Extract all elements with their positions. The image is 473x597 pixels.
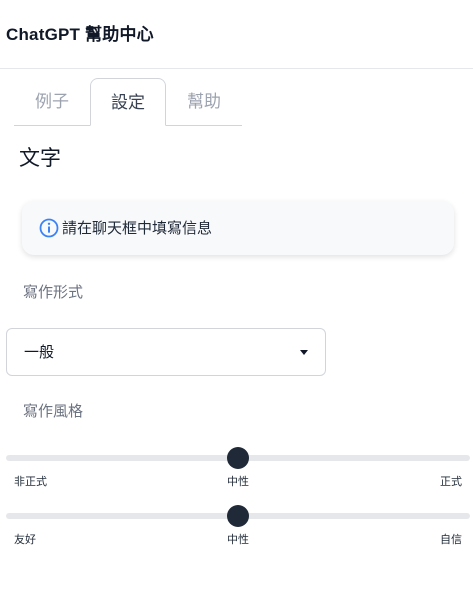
app-title: ChatGPT 幫助中心 <box>6 25 154 44</box>
writing-form-label: 寫作形式 <box>23 283 84 301</box>
formality-slider: 非正式 中性 正式 <box>6 446 470 488</box>
info-icon <box>39 218 59 238</box>
formality-mid-label: 中性 <box>227 475 249 488</box>
info-box: 請在聊天框中填寫信息 <box>22 201 454 255</box>
section-title: 文字 <box>19 146 61 170</box>
app-window: ChatGPT 幫助中心 例子 設定 幫助 文字 請在聊天框中填寫信息 寫作形式… <box>0 0 473 597</box>
tone-max-label: 自信 <box>440 533 462 546</box>
formality-max-label: 正式 <box>440 475 462 488</box>
info-message: 請在聊天框中填寫信息 <box>62 219 213 237</box>
tab-bar: 例子 設定 幫助 <box>14 78 242 126</box>
tone-slider-thumb[interactable] <box>227 505 249 527</box>
tone-min-label: 友好 <box>14 533 36 546</box>
writing-style-label: 寫作風格 <box>23 402 84 420</box>
tone-mid-label: 中性 <box>227 533 249 546</box>
caret-down-icon <box>300 350 308 355</box>
tab-help[interactable]: 幫助 <box>166 78 242 126</box>
tab-settings[interactable]: 設定 <box>90 78 166 126</box>
formality-min-label: 非正式 <box>14 475 47 488</box>
formality-slider-thumb[interactable] <box>227 447 249 469</box>
tab-examples[interactable]: 例子 <box>14 78 90 126</box>
header: ChatGPT 幫助中心 <box>0 0 473 69</box>
writing-form-select[interactable]: 一般 <box>6 328 326 376</box>
writing-form-selected-value: 一般 <box>24 343 55 361</box>
tone-slider: 友好 中性 自信 <box>6 504 470 546</box>
